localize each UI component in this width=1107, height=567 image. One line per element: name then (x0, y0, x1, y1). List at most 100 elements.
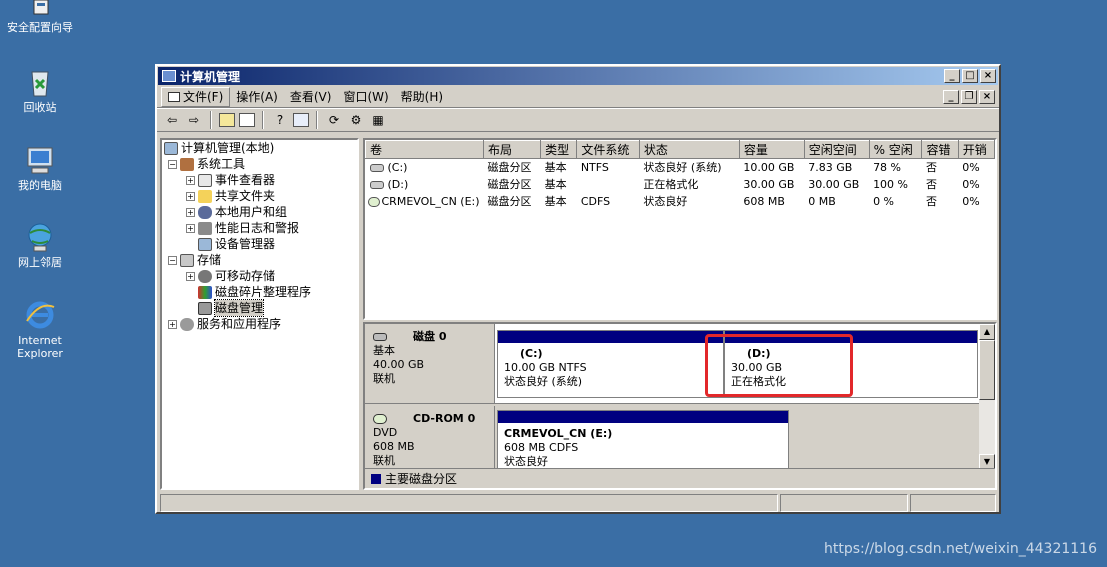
device-manager-icon (198, 237, 212, 251)
legend-bar: 主要磁盘分区 (365, 468, 995, 488)
column-header-fault-tolerance[interactable]: 容错 (921, 140, 959, 159)
volume-list: 卷 布局 类型 文件系统 状态 容量 空闲空间 % 空闲 容错 开销 (C:) … (363, 138, 997, 320)
column-header-filesystem[interactable]: 文件系统 (576, 140, 640, 159)
cdrom-0-info[interactable]: CD-ROM 0 DVD 608 MB 联机 (365, 406, 495, 471)
desktop-icon-recycle-bin[interactable]: 回收站 (2, 66, 78, 114)
disk-0-size: 40.00 GB (373, 358, 425, 371)
desktop-icon-wizard[interactable]: 安全配置向导 (2, 0, 78, 34)
volume-table: 卷 布局 类型 文件系统 状态 容量 空闲空间 % 空闲 容错 开销 (C:) … (365, 140, 995, 210)
desktop-icon-network[interactable]: 网上邻居 (2, 221, 78, 269)
collapse-icon[interactable]: − (168, 255, 177, 265)
desktop-icon-label: Internet Explorer (17, 334, 63, 360)
computer-management-window: 计算机管理 _ □ × 文件(F) 操作(A) 查看(V) 窗口(W) 帮助(H… (155, 64, 1001, 514)
menu-action[interactable]: 操作(A) (230, 88, 284, 105)
menu-bar: 文件(F) 操作(A) 查看(V) 窗口(W) 帮助(H) _ ❐ × (157, 86, 999, 108)
column-header-overhead[interactable]: 开销 (957, 140, 995, 159)
column-header-status[interactable]: 状态 (638, 140, 740, 159)
volume-icon (369, 180, 384, 189)
column-header-volume[interactable]: 卷 (365, 140, 485, 159)
expand-icon[interactable]: + (186, 207, 195, 217)
disk-0-name: 磁盘 0 (413, 330, 447, 343)
partition-e-detail: 608 MB CDFS (504, 441, 579, 454)
performance-icon (198, 221, 212, 235)
table-row[interactable]: (C:) 磁盘分区 基本 NTFS 状态良好 (系统) 10.00 GB 7.8… (366, 159, 995, 176)
column-header-percent-free[interactable]: % 空闲 (868, 140, 923, 159)
title-bar[interactable]: 计算机管理 _ □ × (158, 67, 998, 85)
table-row[interactable]: (D:) 磁盘分区 基本 正在格式化 30.00 GB 30.00 GB 100… (366, 176, 995, 193)
child-restore-button[interactable]: ❐ (961, 89, 977, 104)
menu-file[interactable]: 文件(F) (161, 86, 231, 107)
tree-item-device-manager[interactable]: 设备管理器 (162, 236, 357, 252)
column-header-type[interactable]: 类型 (540, 140, 578, 159)
desktop-icon-ie[interactable]: Internet Explorer (2, 299, 78, 360)
scroll-up-icon[interactable]: ▲ (979, 324, 995, 340)
scroll-thumb[interactable] (979, 340, 995, 400)
services-icon (180, 317, 194, 331)
tree-item-perf-logs[interactable]: + 性能日志和警报 (162, 220, 357, 236)
tree-item-root[interactable]: 计算机管理(本地) (162, 140, 357, 156)
tree-item-disk-management[interactable]: 磁盘管理 (162, 299, 357, 317)
legend-primary-partition: 主要磁盘分区 (385, 472, 458, 486)
back-arrow-icon[interactable]: ⇦ (163, 111, 181, 129)
child-minimize-button[interactable]: _ (943, 89, 959, 104)
desktop-icon-label: 回收站 (23, 101, 57, 114)
partition-c-status: 状态良好 (系统) (504, 375, 583, 388)
my-computer-icon (24, 144, 56, 176)
event-viewer-icon (198, 173, 212, 187)
window-title: 计算机管理 (180, 69, 241, 84)
forward-arrow-icon[interactable]: ⇨ (185, 111, 203, 129)
collapse-icon[interactable]: − (168, 159, 177, 169)
partition-bar (498, 411, 788, 423)
show-hide-tree-icon[interactable] (239, 113, 255, 127)
tree-item-removable-storage[interactable]: + 可移动存储 (162, 268, 357, 284)
tree-item-shared-folders[interactable]: + 共享文件夹 (162, 188, 357, 204)
desktop-icon-label: 安全配置向导 (7, 21, 73, 34)
minimize-button[interactable]: _ (944, 69, 960, 83)
tree-item-storage[interactable]: − 存储 (162, 252, 357, 268)
wizard-toolbar-icon[interactable]: ▦ (369, 111, 387, 129)
tree-item-event-viewer[interactable]: + 事件查看器 (162, 172, 357, 188)
ie-icon (24, 299, 56, 331)
column-header-capacity[interactable]: 容量 (738, 140, 805, 159)
shared-folder-icon (198, 189, 212, 203)
console-tree: 计算机管理(本地) − 系统工具 + 事件查看器 + 共享文件夹 + 本地用户和… (160, 138, 359, 490)
tree-item-system-tools[interactable]: − 系统工具 (162, 156, 357, 172)
menu-help[interactable]: 帮助(H) (395, 88, 449, 105)
app-icon (162, 70, 176, 82)
table-row[interactable]: CRMEVOL_CN (E:) 磁盘分区 基本 CDFS 状态良好 608 MB… (366, 193, 995, 210)
desktop-icon-my-computer[interactable]: 我的电脑 (2, 144, 78, 192)
tools-icon (180, 157, 194, 171)
status-bar (160, 494, 996, 512)
expand-icon[interactable]: + (168, 319, 177, 329)
tree-item-local-users[interactable]: + 本地用户和组 (162, 204, 357, 220)
child-close-button[interactable]: × (979, 89, 995, 104)
partition-c[interactable]: (C:) 10.00 GB NTFS 状态良好 (系统) (497, 330, 724, 398)
cdrom-0-type: DVD (373, 426, 398, 439)
highlight-annotation (705, 334, 853, 397)
partition-c-name: (C:) (520, 347, 543, 360)
partition-e[interactable]: CRMEVOL_CN (E:) 608 MB CDFS 状态良好 (497, 410, 789, 472)
expand-icon[interactable]: + (186, 271, 195, 281)
disk-0-status: 联机 (373, 372, 395, 385)
column-header-layout[interactable]: 布局 (483, 140, 542, 159)
up-folder-icon[interactable] (219, 113, 235, 127)
menu-view[interactable]: 查看(V) (284, 88, 338, 105)
menu-window[interactable]: 窗口(W) (337, 88, 394, 105)
disk-0-info[interactable]: 磁盘 0 基本 40.00 GB 联机 (365, 324, 495, 403)
tree-item-services[interactable]: + 服务和应用程序 (162, 316, 357, 332)
expand-icon[interactable]: + (186, 223, 195, 233)
watermark-text: https://blog.csdn.net/weixin_44321116 (823, 541, 1097, 557)
help-icon[interactable]: ? (271, 111, 289, 129)
close-button[interactable]: × (980, 69, 996, 83)
properties-icon[interactable] (293, 113, 309, 127)
column-header-free-space[interactable]: 空闲空间 (803, 140, 870, 159)
cdrom-0-status: 联机 (373, 454, 395, 467)
expand-icon[interactable]: + (186, 191, 195, 201)
primary-partition-swatch (371, 473, 381, 484)
expand-icon[interactable]: + (186, 175, 195, 185)
vertical-scrollbar[interactable]: ▲ ▼ (979, 324, 995, 470)
tree-item-defrag[interactable]: 磁盘碎片整理程序 (162, 284, 357, 300)
refresh-icon[interactable]: ⟳ (325, 111, 343, 129)
disk-settings-icon[interactable]: ⚙ (347, 111, 365, 129)
maximize-button[interactable]: □ (962, 69, 978, 83)
